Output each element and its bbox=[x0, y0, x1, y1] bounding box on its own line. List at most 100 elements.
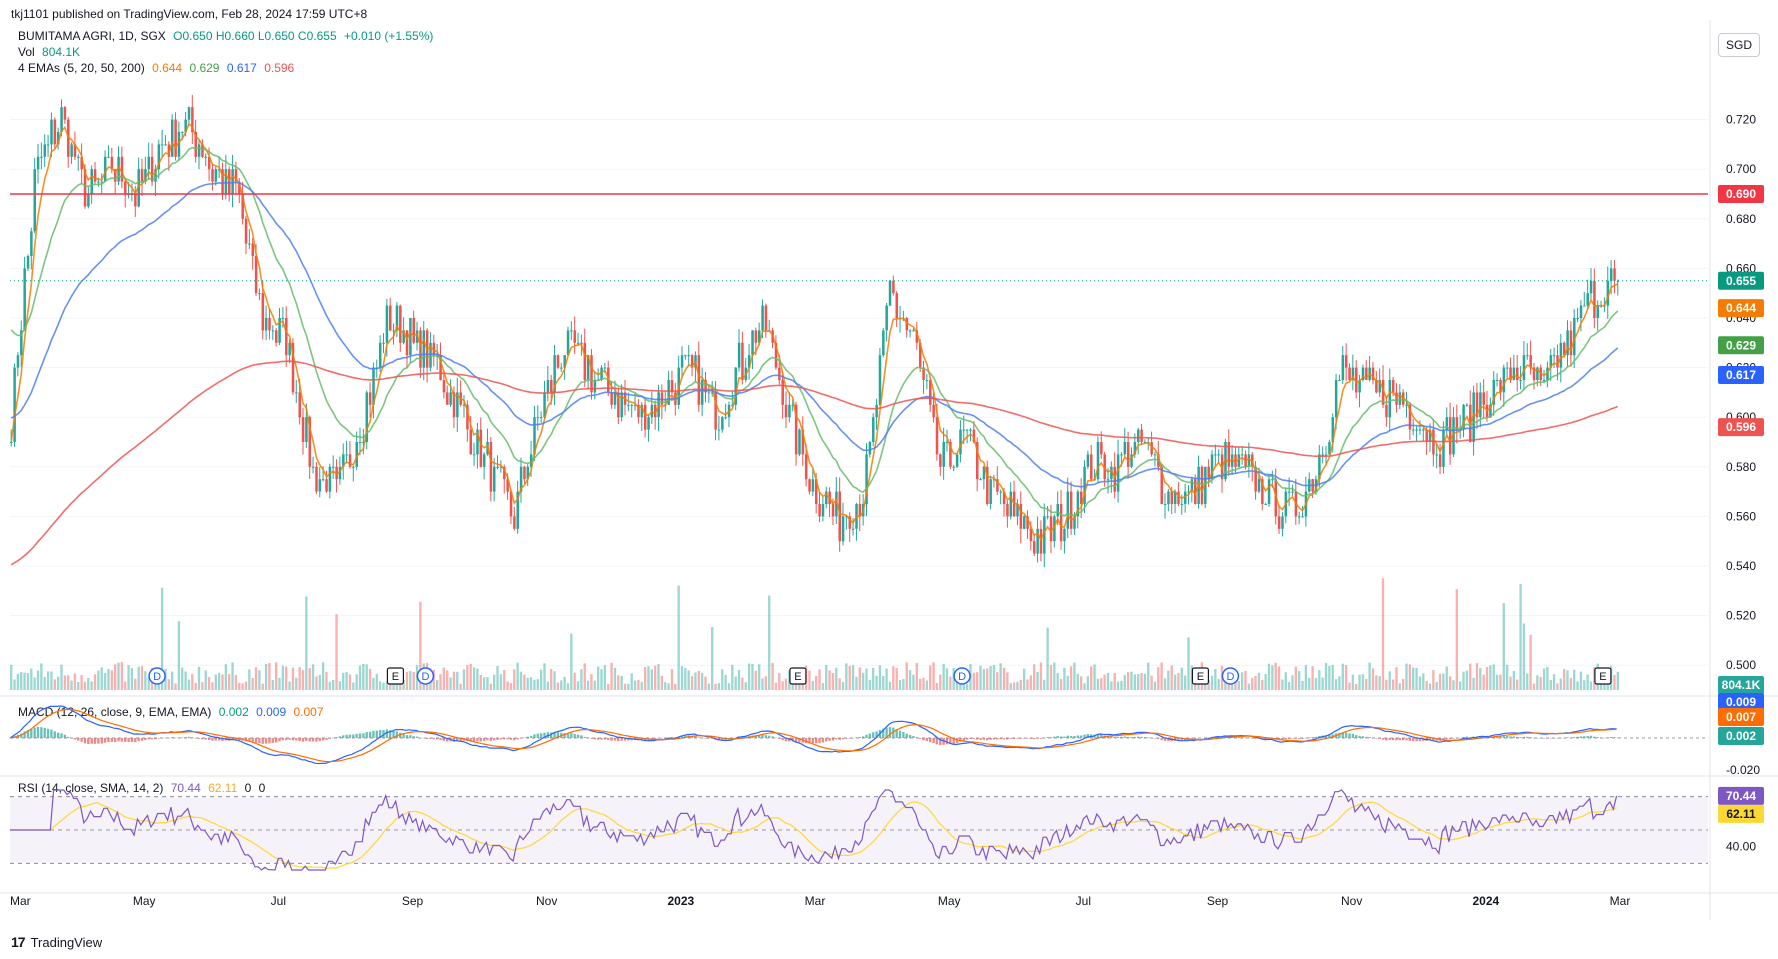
volume-bar bbox=[845, 663, 848, 690]
candle-body bbox=[1519, 380, 1522, 381]
volume-bar bbox=[821, 683, 825, 690]
price-chart[interactable]: DEDEDEDE 0.7200.7000.6800.6600.6400.6200… bbox=[0, 0, 1778, 959]
price-tag: 0.596 bbox=[1726, 420, 1756, 434]
candle-body bbox=[825, 491, 828, 504]
volume-bar bbox=[1318, 670, 1321, 690]
macd-histogram-bar bbox=[73, 738, 77, 740]
macd-histogram-bar bbox=[352, 734, 355, 738]
price-tag: 0.644 bbox=[1726, 301, 1756, 315]
volume-bar bbox=[996, 672, 999, 690]
candle-body bbox=[888, 280, 892, 306]
dividend-marker[interactable]: D bbox=[1221, 667, 1240, 685]
volume-bar bbox=[332, 679, 335, 690]
candle-body bbox=[1281, 516, 1284, 529]
volume-bar bbox=[851, 665, 855, 690]
macd-histogram-bar bbox=[905, 733, 908, 738]
earnings-marker[interactable]: E bbox=[1594, 667, 1612, 685]
volume-bar bbox=[73, 673, 77, 690]
volume-bar bbox=[670, 669, 674, 690]
volume-bar bbox=[868, 680, 872, 690]
candle-body bbox=[1120, 454, 1123, 456]
macd-histogram-bar bbox=[479, 738, 482, 742]
volume-bar bbox=[1002, 667, 1006, 690]
volume-bar bbox=[365, 664, 368, 690]
candle-body bbox=[1033, 541, 1036, 554]
macd-histogram-bar bbox=[493, 738, 496, 741]
volume-bar bbox=[1569, 678, 1573, 690]
volume-bar bbox=[469, 663, 472, 690]
candle-body bbox=[576, 342, 580, 344]
macd-histogram-bar bbox=[90, 738, 93, 744]
volume-bar bbox=[1401, 678, 1405, 690]
volume-bar bbox=[308, 668, 311, 690]
volume-bar bbox=[278, 677, 281, 690]
candle-body bbox=[1589, 280, 1593, 294]
volume-bar bbox=[885, 668, 888, 690]
volume-bar bbox=[1616, 671, 1619, 690]
candle-body bbox=[818, 504, 821, 517]
volume-bar bbox=[1338, 676, 1341, 690]
macd-histogram-bar bbox=[1002, 738, 1006, 740]
macd-histogram-bar bbox=[375, 730, 378, 738]
volume-bar bbox=[898, 679, 902, 690]
macd-histogram-bar bbox=[1039, 738, 1043, 739]
candle-body bbox=[1569, 330, 1573, 356]
volume-bars bbox=[10, 578, 1619, 690]
volume-bar bbox=[1559, 678, 1562, 690]
axes: 0.7200.7000.6800.6600.6400.6200.6000.580… bbox=[10, 113, 1760, 908]
volume-bar bbox=[214, 674, 217, 690]
volume-bar bbox=[533, 679, 536, 690]
volume-bar bbox=[187, 679, 191, 690]
macd-histogram-bar bbox=[140, 738, 144, 741]
volume-bar bbox=[1576, 681, 1579, 690]
volume-bar bbox=[328, 681, 331, 690]
rsi-tag: 62.11 bbox=[1726, 807, 1756, 821]
volume-bar bbox=[556, 682, 560, 690]
tradingview-logo[interactable]: 17 TradingView bbox=[11, 934, 102, 950]
ema50-line bbox=[10, 181, 1619, 488]
candle-body bbox=[197, 144, 201, 157]
macd-histogram-bar bbox=[908, 734, 912, 738]
candle-body bbox=[1583, 305, 1586, 307]
volume-bar bbox=[315, 676, 318, 690]
macd-histogram-bar bbox=[63, 734, 67, 738]
dividend-marker[interactable]: D bbox=[416, 667, 435, 685]
volume-bar bbox=[130, 668, 134, 690]
volume-bar bbox=[499, 674, 503, 690]
macd-histogram-bar bbox=[811, 738, 814, 744]
price-tag: 0.617 bbox=[1726, 368, 1756, 382]
dividend-marker[interactable]: D bbox=[148, 667, 166, 685]
volume-bar bbox=[1462, 671, 1465, 690]
volume-bar bbox=[285, 666, 288, 690]
earnings-marker[interactable]: E bbox=[789, 667, 807, 685]
candle-body bbox=[53, 119, 57, 145]
macd-histogram-bar bbox=[1291, 738, 1294, 739]
candle-body bbox=[788, 404, 791, 418]
volume-bar bbox=[633, 680, 637, 690]
volume-bar bbox=[321, 662, 325, 690]
macd-histogram-bar bbox=[1542, 738, 1546, 739]
y-tick-label: 0.680 bbox=[1726, 212, 1756, 226]
y-tick-label: 0.560 bbox=[1726, 509, 1756, 523]
volume-bar bbox=[1499, 674, 1502, 690]
volume-bar bbox=[1281, 679, 1284, 690]
candle-body bbox=[97, 181, 100, 183]
volume-bar bbox=[295, 677, 298, 690]
candle-body bbox=[254, 256, 258, 294]
volume-bar bbox=[1378, 676, 1381, 690]
candle-body bbox=[925, 380, 929, 381]
macd-histogram-bar bbox=[40, 727, 43, 738]
dividend-marker[interactable]: D bbox=[953, 667, 971, 685]
volume-bar bbox=[637, 679, 640, 690]
volume-bar bbox=[358, 665, 362, 690]
volume-bar bbox=[711, 627, 714, 690]
volume-bar bbox=[811, 681, 814, 690]
earnings-marker[interactable]: E bbox=[1191, 667, 1210, 685]
volume-bar bbox=[630, 673, 633, 690]
volume-bar bbox=[1033, 664, 1036, 690]
earnings-marker[interactable]: E bbox=[386, 667, 405, 685]
candle-body bbox=[764, 305, 768, 331]
candle-body bbox=[160, 144, 164, 146]
candle-body bbox=[721, 417, 724, 430]
candle-body bbox=[1100, 442, 1103, 455]
